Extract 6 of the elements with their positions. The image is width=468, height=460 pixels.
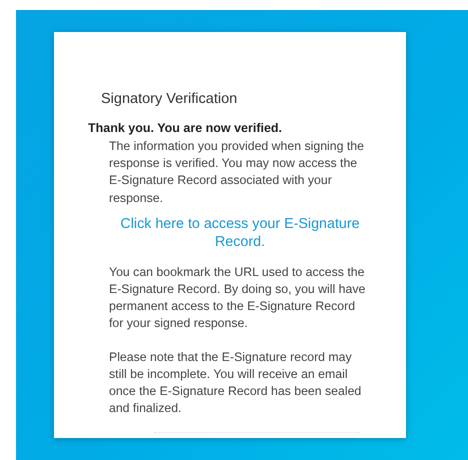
info-paragraph: Please note that the E-Signature record may still be incomplete. You will receive an email once the E-Signature Record has been sealed and finalized. bbox=[109, 348, 362, 418]
record-link[interactable]: Click here to access your E-Signature Record. bbox=[109, 214, 371, 251]
intro-text: The information you provided when signing the response is verified. You may now access the E-Signature Record associated with your response. bbox=[109, 138, 365, 207]
verified-heading: Thank you. You are now verified. bbox=[88, 121, 284, 135]
dialog-title: Signatory Verification bbox=[101, 91, 238, 107]
info-paragraph: You can bookmark the URL used to access the E-Signature Record. By doing so, you will have permanent access to the E-Signature Record for your signed response. bbox=[109, 264, 366, 332]
